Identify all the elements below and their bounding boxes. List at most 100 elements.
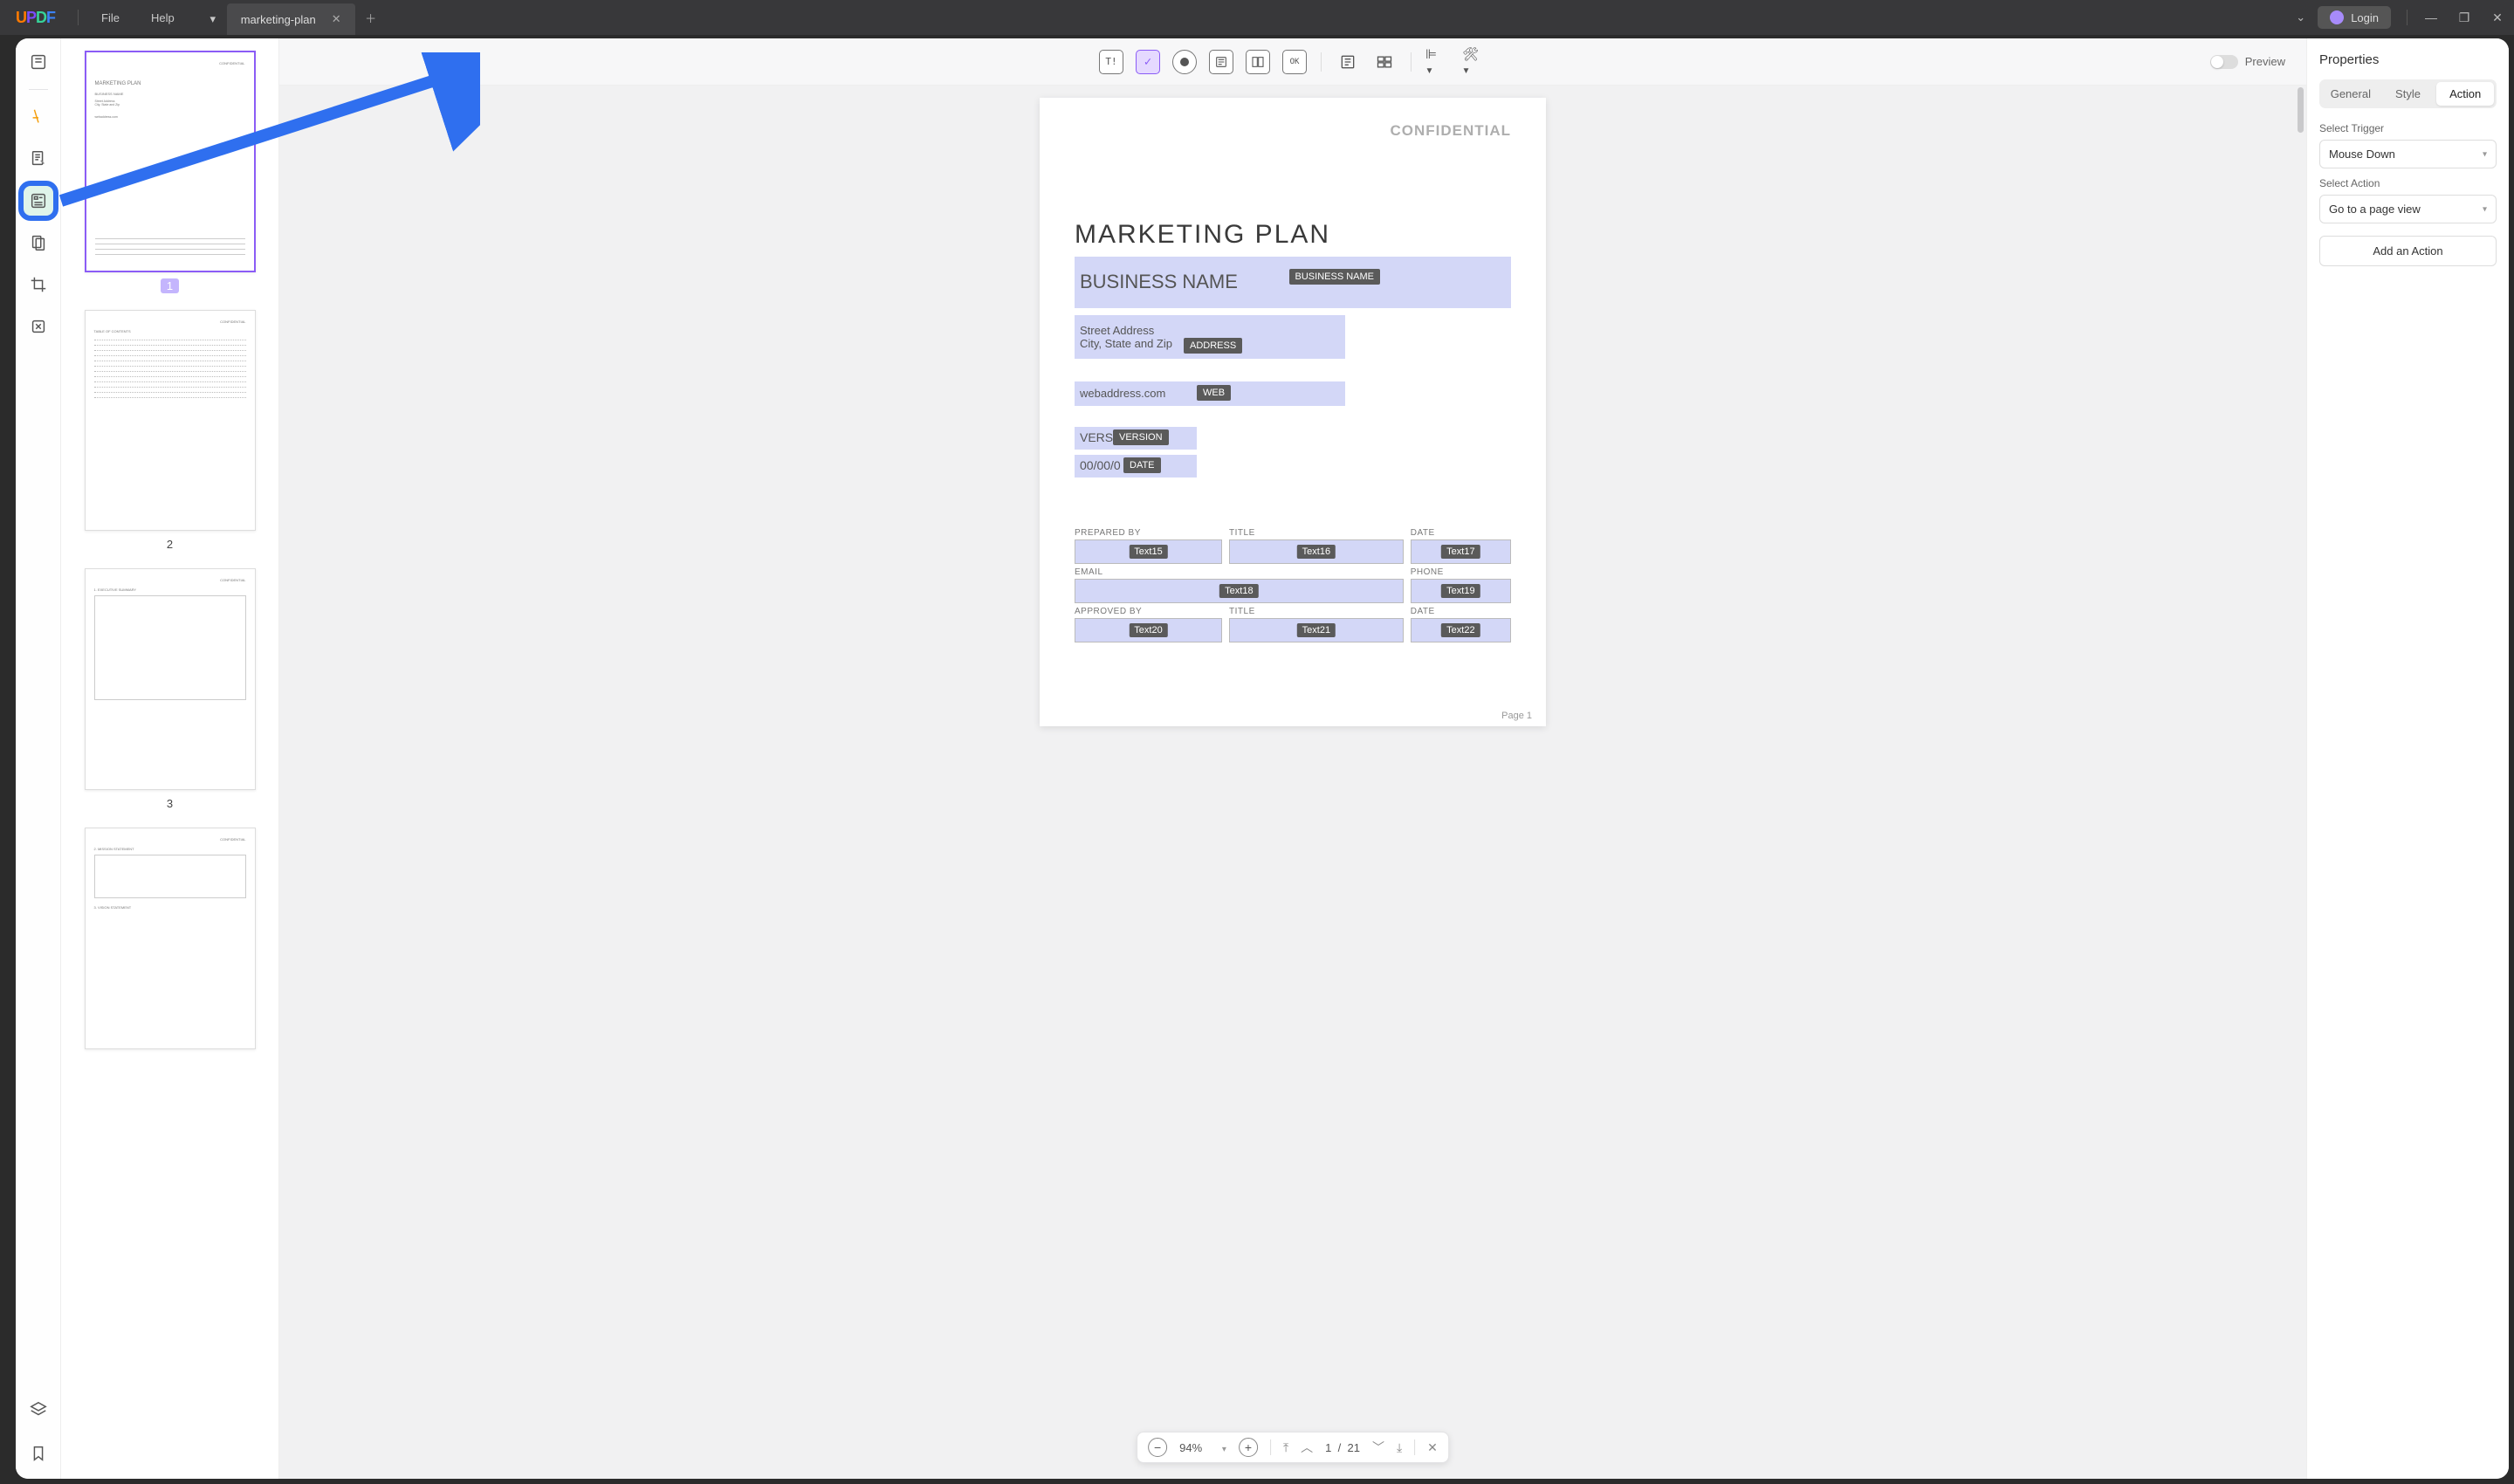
page-indicator[interactable]: 1 / 21	[1325, 1441, 1360, 1454]
field-address[interactable]: Street Address City, State and Zip ADDRE…	[1075, 315, 1345, 359]
tab-dropdown[interactable]: ▾	[199, 3, 227, 35]
field-tag: ADDRESS	[1184, 338, 1242, 354]
canvas-area: T! OK ⊫ ▾ 🛠 ▾	[279, 38, 2306, 1479]
form-settings-tool[interactable]: 🛠 ▾	[1462, 50, 1487, 74]
zoom-level[interactable]: 94%	[1179, 1441, 1226, 1454]
select-trigger[interactable]: Mouse Down	[2319, 140, 2497, 168]
field-version[interactable]: VERSIO VERSION	[1075, 427, 1197, 450]
info-table: PREPARED BY TITLE DATE Text15 Text16 Tex…	[1075, 528, 1511, 646]
field-text15[interactable]: Text15	[1075, 539, 1222, 564]
tab-action[interactable]: Action	[2436, 82, 2494, 106]
avatar-icon	[2330, 10, 2344, 24]
app-logo: UPDF	[0, 9, 71, 27]
organize-pages-icon[interactable]	[24, 228, 53, 258]
first-page-icon[interactable]: ⤒	[1283, 1440, 1288, 1455]
tab-title: marketing-plan	[241, 13, 316, 26]
crop-tool-icon[interactable]	[24, 270, 53, 299]
field-text20[interactable]: Text20	[1075, 618, 1222, 642]
properties-panel: Properties General Style Action Select T…	[2306, 38, 2509, 1479]
close-bar-icon[interactable]: ✕	[1427, 1440, 1438, 1455]
prev-page-icon[interactable]: ︿	[1301, 1439, 1313, 1456]
field-text16[interactable]: Text16	[1229, 539, 1404, 564]
menu-file[interactable]: File	[86, 11, 135, 24]
col-header: TITLE	[1229, 607, 1404, 618]
thumbnail-page-2[interactable]: CONFIDENTIAL TABLE OF CONTENTS	[82, 310, 258, 552]
properties-tabs: General Style Action	[2319, 79, 2497, 108]
col-header: APPROVED BY	[1075, 607, 1222, 618]
preview-toggle[interactable]: Preview	[2210, 55, 2285, 69]
form-tool-icon[interactable]	[24, 186, 53, 216]
tab-general[interactable]: General	[2322, 82, 2380, 106]
login-label: Login	[2351, 11, 2379, 24]
field-text21[interactable]: Text21	[1229, 618, 1404, 642]
field-tag: DATE	[1123, 457, 1161, 473]
field-tag: WEB	[1197, 385, 1231, 401]
page-control-bar: − 94% + ⤒ ︿ 1 / 21 ﹀ ⤓ ✕	[1137, 1432, 1449, 1463]
thumbnail-page-3[interactable]: CONFIDENTIAL 1. EXECUTIVE SUMMARY 3	[82, 568, 258, 810]
page-title: MARKETING PLAN	[1075, 220, 1511, 250]
thumbnail-number: 3	[82, 797, 258, 810]
menu-help[interactable]: Help	[135, 11, 190, 24]
col-header: DATE	[1411, 607, 1511, 618]
label-select-trigger: Select Trigger	[2319, 122, 2497, 134]
list-box-tool[interactable]	[1246, 50, 1270, 74]
layers-icon[interactable]	[24, 1395, 53, 1425]
page-caption: Page 1	[1501, 711, 1532, 721]
button-tool[interactable]: OK	[1282, 50, 1307, 74]
minimize-button[interactable]: —	[2414, 10, 2448, 24]
new-tab-button[interactable]: ＋	[355, 0, 387, 35]
field-text19[interactable]: Text19	[1411, 579, 1511, 603]
form-field-toolbar: T! OK ⊫ ▾ 🛠 ▾	[279, 38, 2306, 86]
align-tool[interactable]: ⊫ ▾	[1425, 50, 1450, 74]
document-tabs: ▾ marketing-plan ✕ ＋	[199, 0, 387, 35]
thumbnail-number: 1	[161, 278, 179, 293]
select-action[interactable]: Go to a page view	[2319, 195, 2497, 223]
maximize-button[interactable]: ❐	[2448, 10, 2481, 25]
comment-tool-icon[interactable]	[24, 102, 53, 132]
text-field-tool[interactable]: T!	[1099, 50, 1123, 74]
reader-mode-icon[interactable]	[24, 47, 53, 77]
field-tag: BUSINESS NAME	[1289, 269, 1380, 285]
next-page-icon[interactable]: ﹀	[1372, 1439, 1384, 1456]
date-field-tool[interactable]	[1372, 50, 1397, 74]
zoom-out-button[interactable]: −	[1148, 1438, 1167, 1457]
col-header: DATE	[1411, 528, 1511, 539]
document-tab[interactable]: marketing-plan ✕	[227, 3, 355, 35]
field-business-name[interactable]: BUSINESS NAME BUSINESS NAME	[1075, 257, 1511, 308]
radio-button-tool[interactable]	[1172, 50, 1197, 74]
label-select-action: Select Action	[2319, 177, 2497, 189]
tab-style[interactable]: Style	[2380, 82, 2437, 106]
thumbnail-page-4[interactable]: CONFIDENTIAL 2. MISSION STATEMENT 3. VIS…	[82, 828, 258, 1049]
image-field-tool[interactable]	[1336, 50, 1360, 74]
edit-tool-icon[interactable]	[24, 144, 53, 174]
login-button[interactable]: Login	[2318, 6, 2391, 29]
redact-tool-icon[interactable]	[24, 312, 53, 341]
chevron-down-icon[interactable]: ⌄	[2284, 10, 2318, 24]
pdf-page: CONFIDENTIAL MARKETING PLAN BUSINESS NAM…	[1040, 98, 1546, 726]
field-text18[interactable]: Text18	[1075, 579, 1404, 603]
field-text22[interactable]: Text22	[1411, 618, 1511, 642]
toggle-switch[interactable]	[2210, 55, 2238, 69]
add-action-button[interactable]: Add an Action	[2319, 236, 2497, 266]
close-tab-icon[interactable]: ✕	[332, 12, 341, 26]
thumbnail-panel: CONFIDENTIAL MARKETING PLAN BUSINESS NAM…	[61, 38, 279, 1479]
col-header: PREPARED BY	[1075, 528, 1222, 539]
separator	[78, 10, 79, 25]
thumbnail-page-1[interactable]: CONFIDENTIAL MARKETING PLAN BUSINESS NAM…	[82, 51, 258, 292]
field-date[interactable]: 00/00/0 DATE	[1075, 455, 1197, 477]
title-bar: UPDF File Help ▾ marketing-plan ✕ ＋ ⌄ Lo…	[0, 0, 2514, 35]
bookmark-icon[interactable]	[24, 1439, 53, 1468]
left-tool-rail	[16, 38, 61, 1479]
field-text17[interactable]: Text17	[1411, 539, 1511, 564]
field-tag: VERSION	[1113, 429, 1169, 445]
col-header: EMAIL	[1075, 567, 1404, 579]
close-window-button[interactable]: ✕	[2481, 10, 2514, 25]
col-header: PHONE	[1411, 567, 1511, 579]
zoom-in-button[interactable]: +	[1239, 1438, 1258, 1457]
field-web[interactable]: webaddress.com WEB	[1075, 381, 1345, 406]
last-page-icon[interactable]: ⤓	[1397, 1440, 1402, 1455]
separator	[2407, 10, 2408, 25]
checkbox-tool[interactable]	[1136, 50, 1160, 74]
preview-label: Preview	[2245, 55, 2285, 68]
dropdown-tool[interactable]	[1209, 50, 1233, 74]
